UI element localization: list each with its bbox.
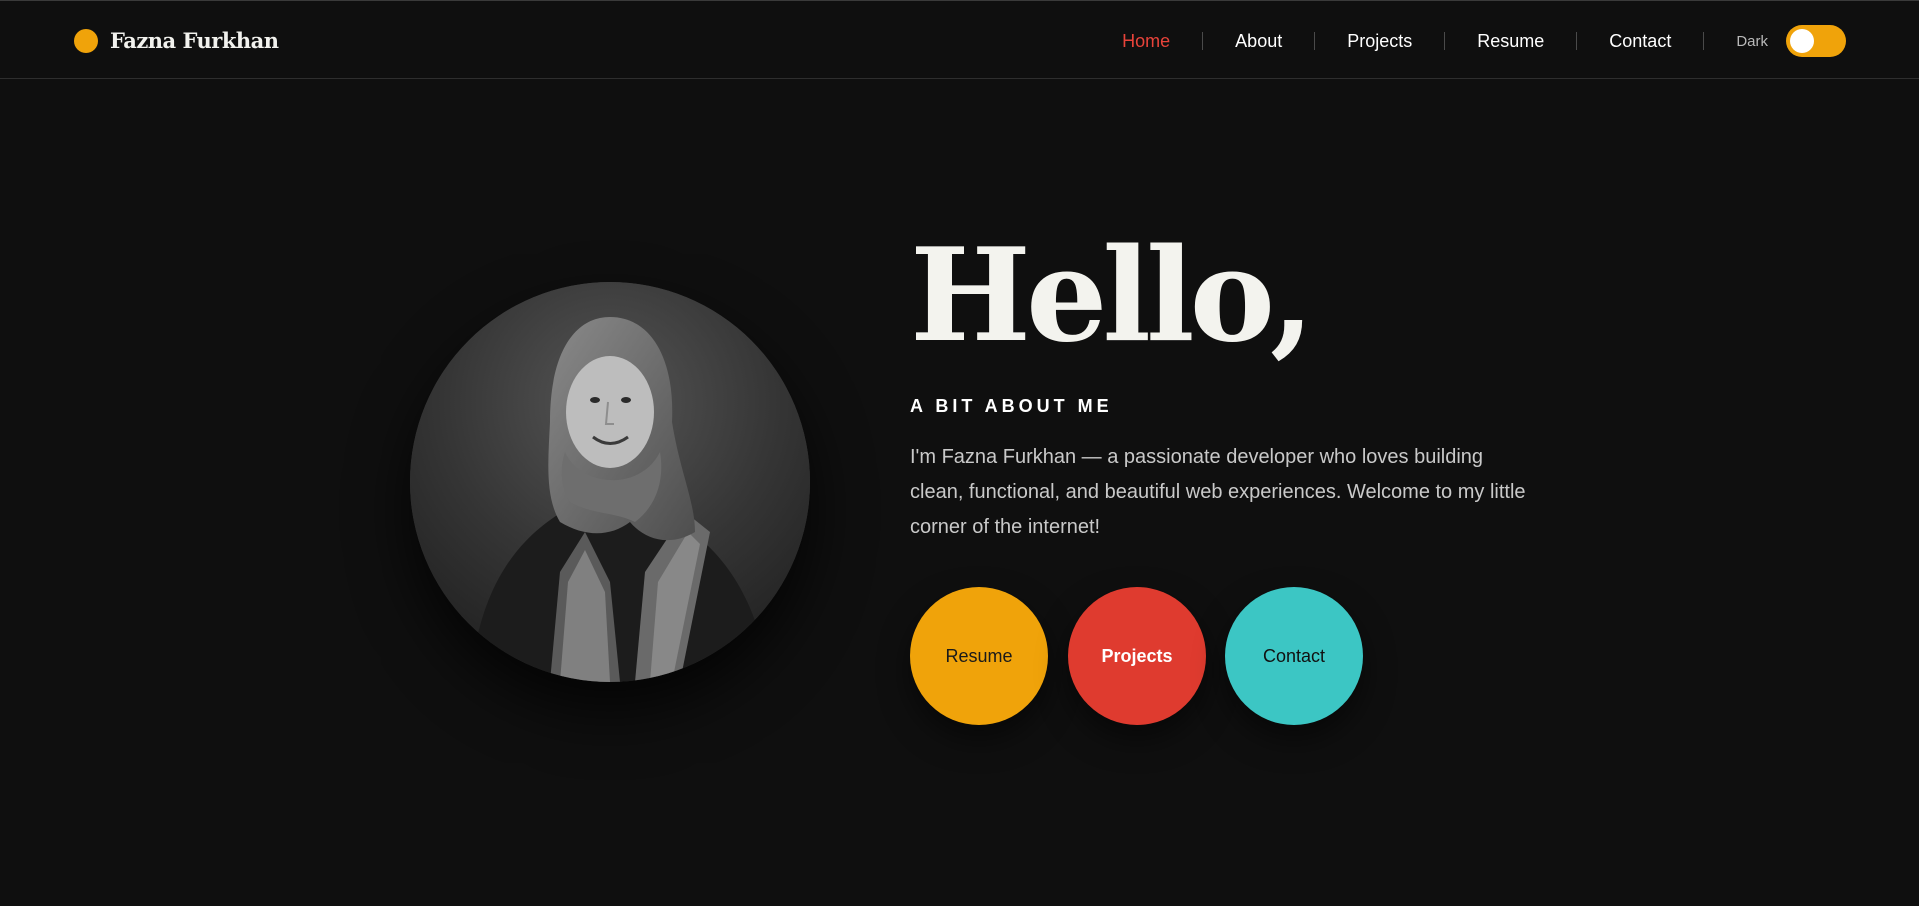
nav-resume-link[interactable]: Resume bbox=[1477, 31, 1544, 52]
nav-separator bbox=[1444, 32, 1446, 50]
resume-button[interactable]: Resume bbox=[910, 587, 1048, 725]
brand-name: Fazna Furkhan bbox=[110, 28, 279, 53]
projects-button[interactable]: Projects bbox=[1068, 587, 1206, 725]
nav-separator bbox=[1576, 32, 1578, 50]
profile-photo bbox=[410, 282, 810, 682]
main-nav: Home About Projects Resume Contact Dark bbox=[1122, 24, 1846, 58]
bio-text: I'm Fazna Furkhan — a passionate develop… bbox=[910, 446, 1526, 538]
nav-projects-link[interactable]: Projects bbox=[1347, 31, 1412, 52]
nav-home-link[interactable]: Home bbox=[1122, 31, 1170, 52]
nav-contact-link[interactable]: Contact bbox=[1609, 31, 1671, 52]
nav-about-link[interactable]: About bbox=[1235, 31, 1282, 52]
hero-greeting: Hello, bbox=[910, 221, 1315, 371]
contact-button[interactable]: Contact bbox=[1225, 587, 1363, 725]
section-title: A BIT ABOUT ME bbox=[910, 396, 1113, 416]
nav-separator bbox=[1314, 32, 1316, 50]
brand-logo[interactable]: Fazna Furkhan bbox=[74, 28, 279, 53]
theme-toggle[interactable] bbox=[1786, 25, 1846, 57]
brand-dot-icon bbox=[74, 28, 98, 53]
theme-mode-label: Dark bbox=[1736, 32, 1768, 50]
toggle-knob bbox=[1790, 29, 1814, 53]
portrait-illustration bbox=[410, 282, 810, 682]
nav-separator bbox=[1202, 32, 1204, 50]
site-header: Fazna Furkhan Home About Projects Resume… bbox=[0, 1, 1919, 79]
nav-separator bbox=[1703, 32, 1705, 50]
